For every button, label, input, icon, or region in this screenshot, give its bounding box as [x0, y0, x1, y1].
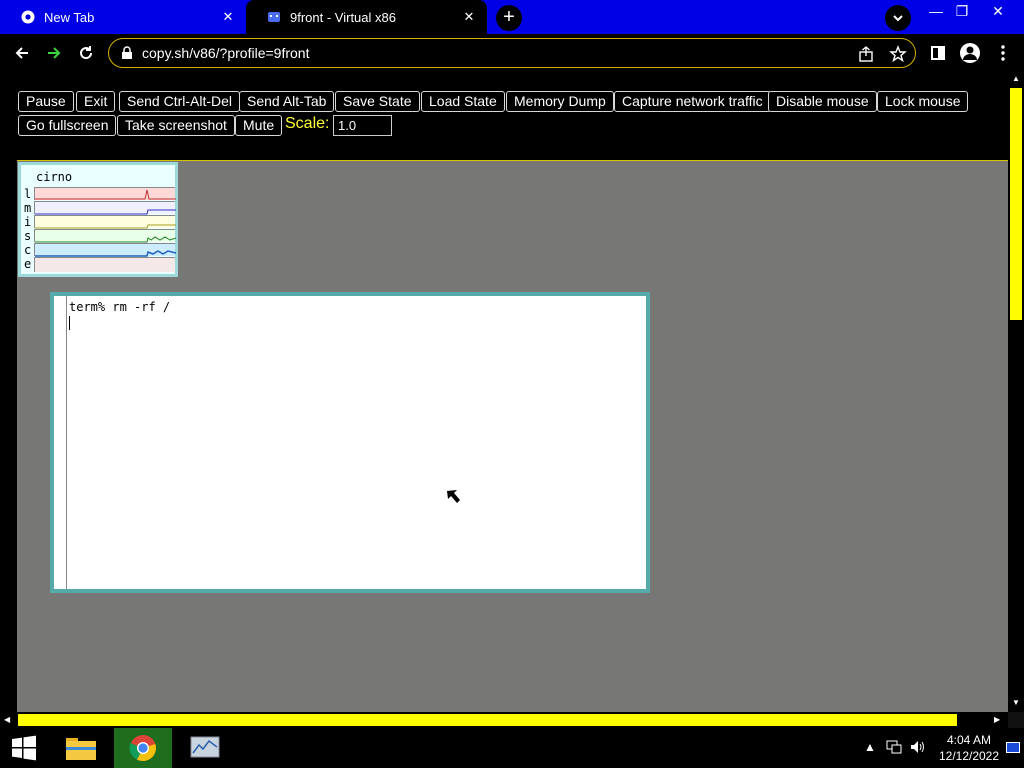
reload-button[interactable]	[73, 40, 99, 66]
tab-search-button[interactable]	[885, 5, 911, 31]
side-panel-button[interactable]	[925, 40, 951, 66]
load-state-button[interactable]: Load State	[421, 91, 505, 112]
stats-title: cirno	[36, 170, 73, 184]
terminal-command-line: term% rm -rf /	[69, 300, 171, 314]
horizontal-scroll-thumb[interactable]	[18, 714, 957, 726]
browser-tab-strip: New Tab ✕ 9front - Virtual x86 ✕ + — ❐ ✕	[0, 0, 1024, 34]
share-icon[interactable]	[857, 45, 875, 63]
start-button[interactable]	[0, 728, 48, 768]
taskbar: ▲ 4:04 AM 12/12/2022	[0, 728, 1024, 768]
interrupts-graph	[34, 215, 176, 229]
scroll-down-icon[interactable]: ▼	[1012, 698, 1020, 707]
scale-label: Scale:	[285, 115, 330, 132]
scroll-right-icon[interactable]: ▶	[994, 715, 1000, 724]
close-tab-icon[interactable]: ✕	[461, 9, 477, 25]
notification-icon[interactable]	[1006, 742, 1020, 757]
chrome-icon	[129, 735, 156, 762]
windows-logo-icon	[12, 735, 36, 761]
close-window-button[interactable]: ✕	[982, 0, 1014, 22]
browser-toolbar: copy.sh/v86/?profile=9front	[0, 34, 1024, 72]
chevron-down-icon	[893, 14, 903, 21]
stats-row-label: s	[24, 229, 32, 243]
more-vert-icon	[1001, 45, 1005, 61]
address-bar[interactable]: copy.sh/v86/?profile=9front	[108, 38, 916, 68]
send-ctrl-alt-del-button[interactable]: Send Ctrl-Alt-Del	[119, 91, 241, 112]
text-cursor	[69, 316, 72, 330]
stats-row-label: e	[24, 257, 32, 271]
stats-row-load: l	[21, 187, 176, 201]
memory-graph	[34, 201, 176, 215]
lock-icon	[122, 46, 132, 59]
arrow-right-icon	[48, 47, 61, 59]
context-graph	[34, 243, 177, 257]
load-graph	[34, 187, 176, 200]
folder-icon	[66, 738, 96, 760]
stats-row-context: c	[21, 243, 177, 257]
stats-row-label: m	[24, 201, 32, 215]
restore-button[interactable]: ❐	[946, 0, 978, 22]
stats-row-memory: m	[21, 201, 176, 215]
pause-button[interactable]: Pause	[18, 91, 74, 112]
scroll-up-icon[interactable]: ▲	[1012, 74, 1020, 83]
stats-row-label: c	[24, 243, 32, 257]
tab-new-tab[interactable]: New Tab ✕	[0, 0, 246, 34]
terminal-scrollbar[interactable]	[64, 296, 67, 589]
syscalls-graph	[34, 229, 177, 243]
send-alt-tab-button[interactable]: Send Alt-Tab	[239, 91, 335, 112]
vertical-scrollbar[interactable]: ▲ ▼	[1008, 72, 1024, 712]
memory-dump-button[interactable]: Memory Dump	[506, 91, 614, 112]
tray-chevron-icon[interactable]: ▲	[864, 740, 876, 754]
bookmark-star-icon[interactable]	[889, 45, 907, 63]
stats-row-label: l	[24, 187, 32, 201]
go-fullscreen-button[interactable]: Go fullscreen	[18, 115, 117, 136]
mute-button[interactable]: Mute	[235, 115, 283, 136]
close-tab-icon[interactable]: ✕	[220, 9, 236, 25]
chrome-icon	[20, 9, 36, 25]
terminal-window[interactable]: term% rm -rf /	[50, 292, 650, 593]
scale-input[interactable]: 1.0	[333, 115, 392, 136]
clock-date: 12/12/2022	[938, 749, 1000, 763]
forward-button[interactable]	[41, 40, 67, 66]
stats-row-interrupts: i	[21, 215, 176, 229]
ether-graph	[34, 257, 175, 272]
stats-row-ether: e	[21, 257, 175, 272]
take-screenshot-button[interactable]: Take screenshot	[117, 115, 235, 136]
stats-row-label: i	[24, 215, 32, 229]
stats-window: cirno l m i s c e	[18, 162, 178, 277]
taskbar-clock[interactable]: 4:04 AM 12/12/2022	[934, 732, 1004, 764]
tab-title: 9front - Virtual x86	[290, 9, 396, 25]
taskbar-file-explorer[interactable]	[52, 728, 110, 768]
tab-9front[interactable]: 9front - Virtual x86 ✕	[246, 0, 487, 34]
new-tab-button[interactable]: +	[496, 5, 522, 31]
network-icon[interactable]	[886, 740, 902, 757]
scrollbar-corner	[1008, 712, 1024, 728]
url-text: copy.sh/v86/?profile=9front	[142, 45, 310, 61]
v86-icon	[266, 9, 282, 25]
mouse-pointer-icon	[447, 490, 460, 503]
profile-button[interactable]	[957, 40, 983, 66]
clock-time: 4:04 AM	[946, 733, 992, 747]
stats-row-syscalls: s	[21, 229, 177, 243]
avatar-icon	[960, 43, 980, 63]
menu-button[interactable]	[990, 40, 1016, 66]
speaker-icon[interactable]	[910, 740, 926, 757]
back-button[interactable]	[9, 40, 35, 66]
tab-title: New Tab	[44, 9, 95, 25]
horizontal-scrollbar[interactable]: ◀ ▶	[0, 712, 1008, 728]
side-panel-icon	[931, 46, 945, 60]
scroll-left-icon[interactable]: ◀	[4, 715, 10, 724]
lock-mouse-button[interactable]: Lock mouse	[877, 91, 969, 112]
reload-icon	[80, 46, 93, 60]
performance-monitor-icon	[190, 736, 220, 758]
taskbar-performance-monitor[interactable]	[176, 728, 234, 768]
arrow-left-icon	[15, 47, 28, 59]
emulator-screen[interactable]: cirno l m i s c e term% rm -rf /	[17, 160, 1008, 712]
disable-mouse-button[interactable]: Disable mouse	[768, 91, 877, 112]
save-state-button[interactable]: Save State	[335, 91, 420, 112]
taskbar-chrome[interactable]	[114, 728, 172, 768]
vertical-scroll-thumb[interactable]	[1010, 88, 1022, 320]
exit-button[interactable]: Exit	[76, 91, 116, 112]
capture-network-traffic-button[interactable]: Capture network traffic	[614, 91, 771, 112]
